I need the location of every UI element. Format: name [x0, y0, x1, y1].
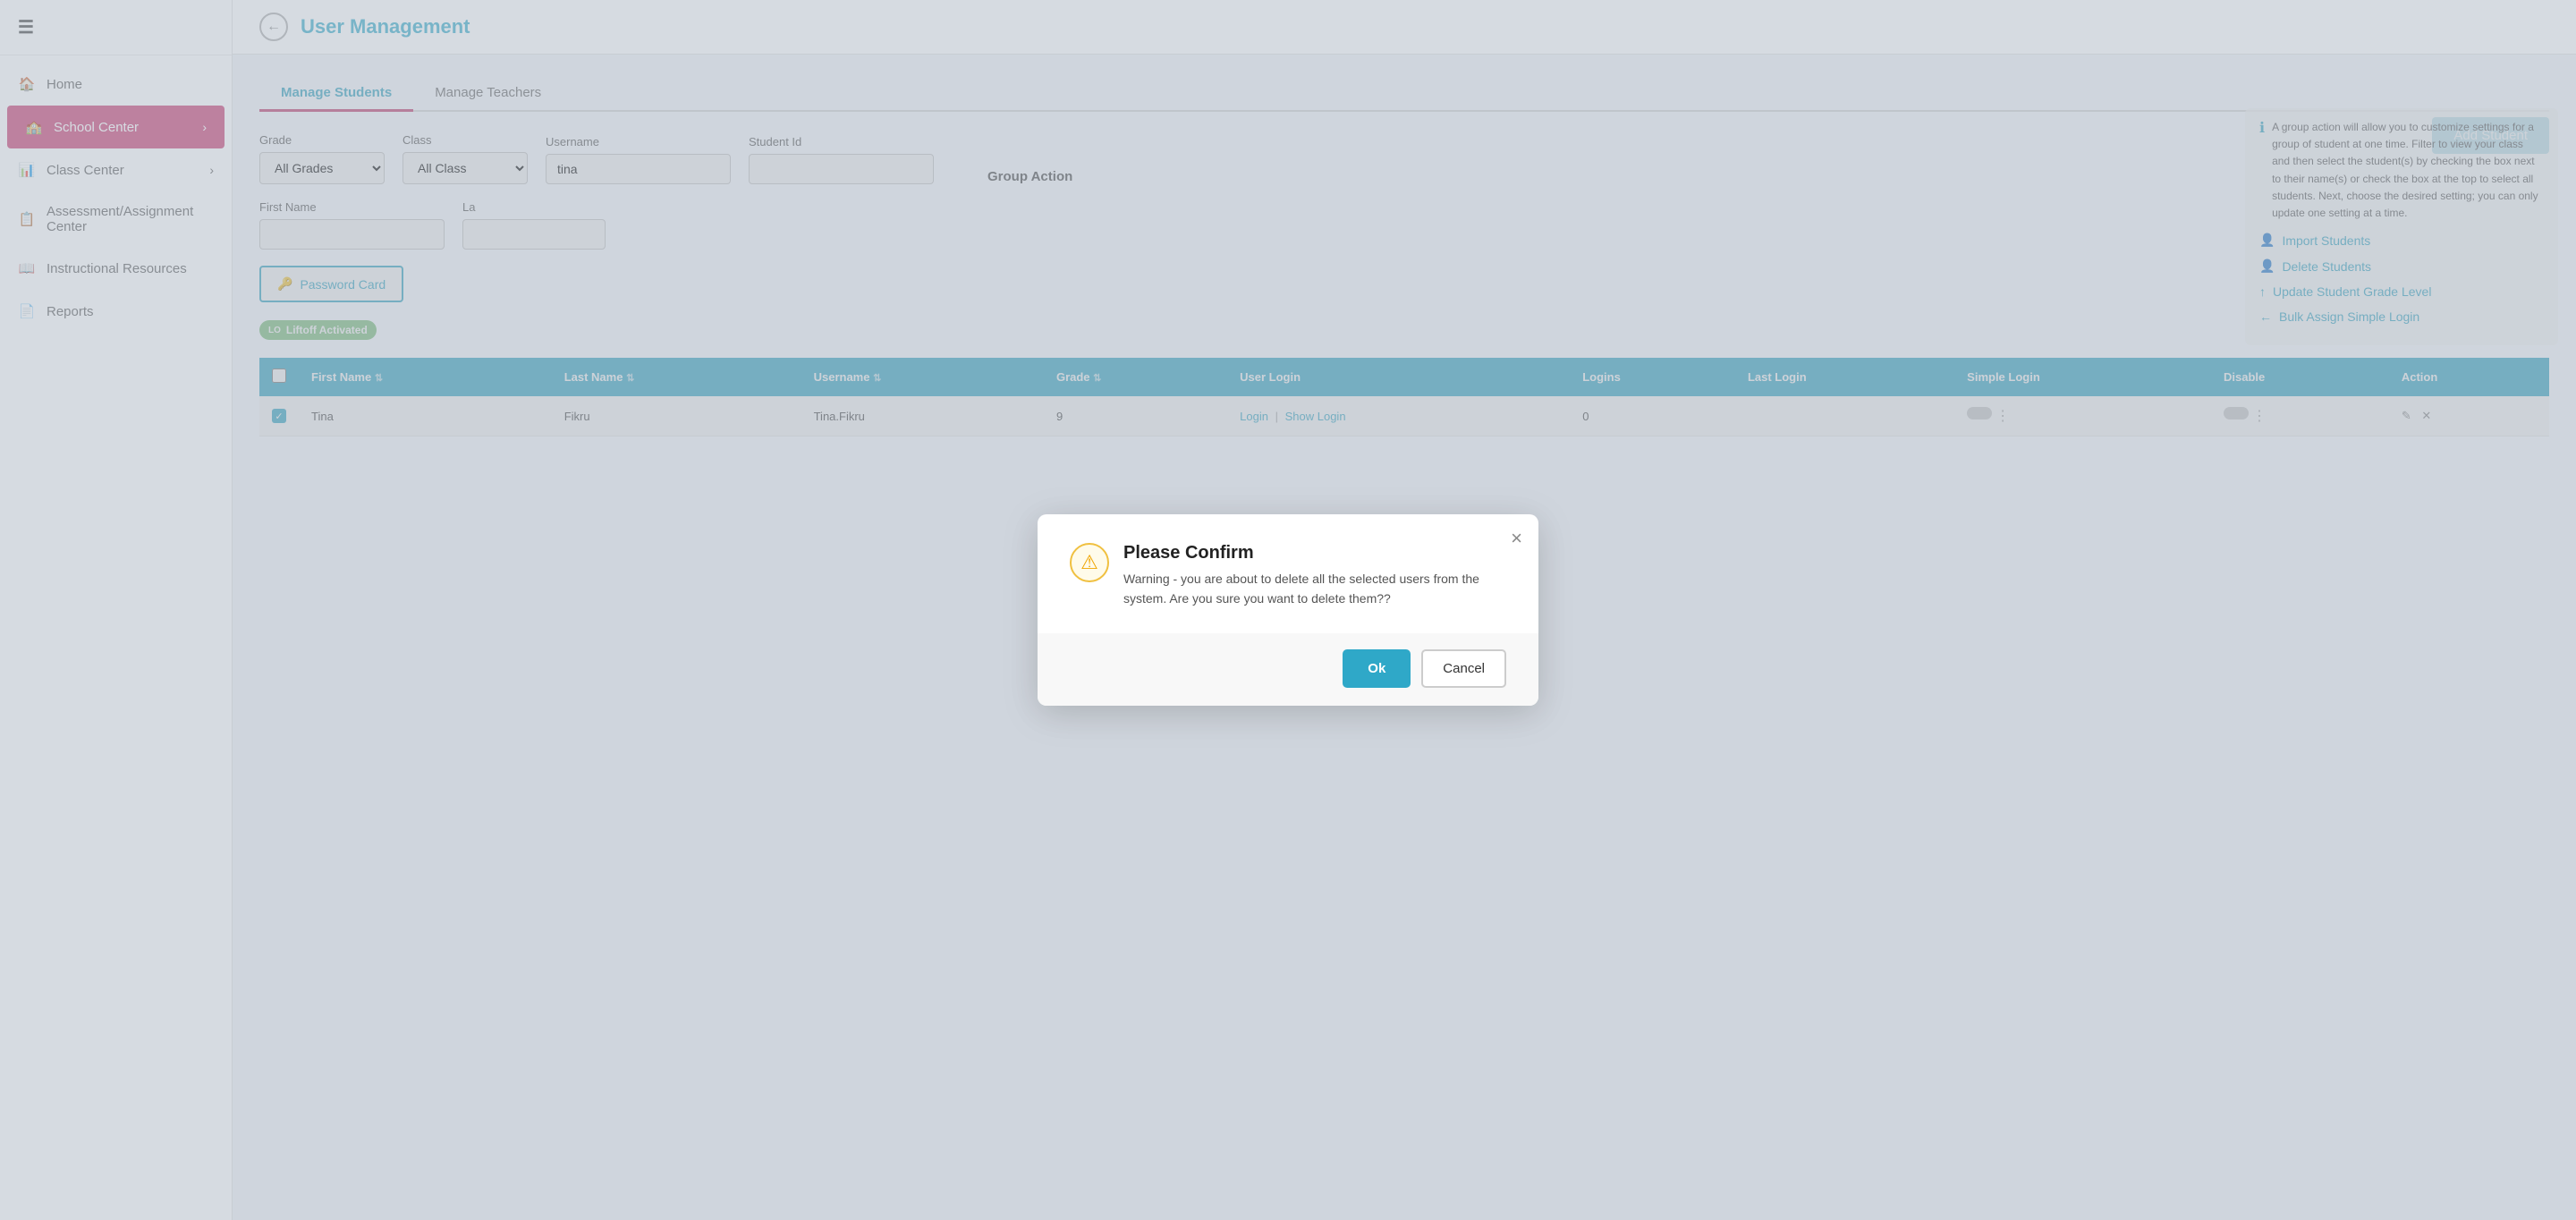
dialog-title: Please Confirm	[1123, 543, 1506, 563]
dialog-message: Warning - you are about to delete all th…	[1123, 569, 1506, 609]
dialog-footer: Ok Cancel	[1038, 633, 1538, 706]
dialog-header: ⚠ Please Confirm Warning - you are about…	[1070, 543, 1506, 609]
dialog-warning-icon: ⚠	[1070, 543, 1109, 582]
dialog-ok-button[interactable]: Ok	[1343, 649, 1411, 688]
confirm-dialog-overlay: × ⚠ Please Confirm Warning - you are abo…	[0, 0, 2576, 1220]
dialog-close-button[interactable]: ×	[1511, 529, 1522, 548]
dialog-cancel-button[interactable]: Cancel	[1421, 649, 1506, 688]
confirm-dialog: × ⚠ Please Confirm Warning - you are abo…	[1038, 514, 1538, 707]
